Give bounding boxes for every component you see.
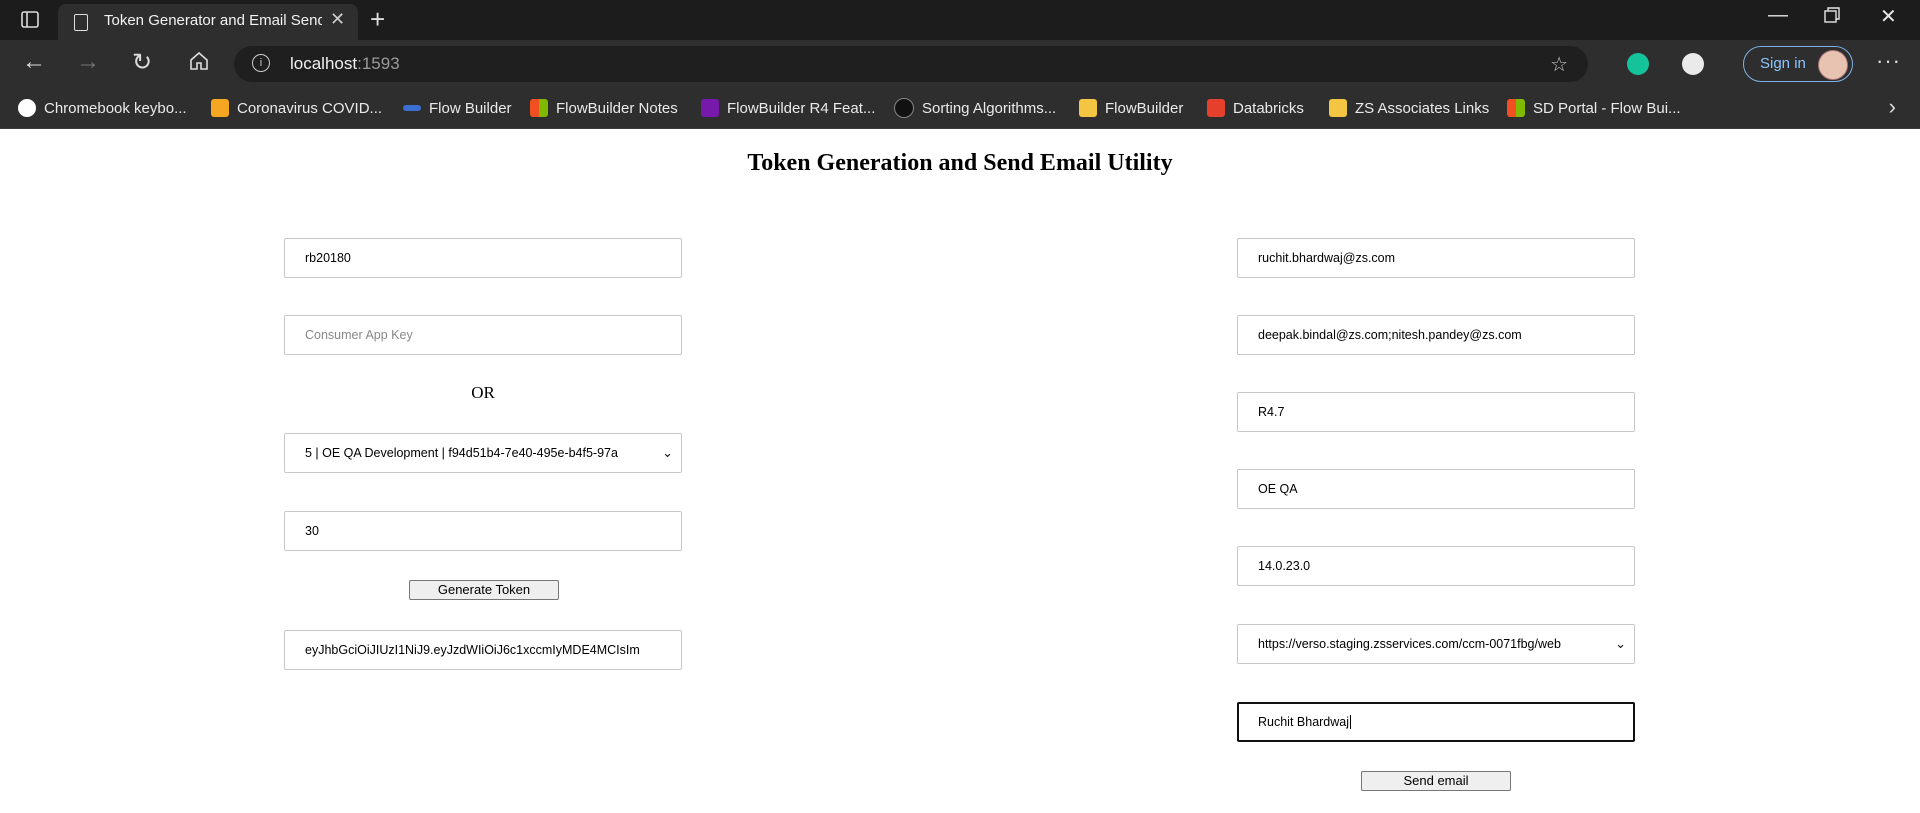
chevron-right-icon[interactable]: › <box>1889 94 1896 120</box>
databricks-icon <box>1207 99 1225 117</box>
close-tab-icon[interactable]: ✕ <box>330 9 345 30</box>
url-select-value: https://verso.staging.zsservices.com/ccm… <box>1258 637 1561 651</box>
chevron-down-icon: ⌄ <box>1615 636 1626 651</box>
consumer-app-key-input[interactable]: Consumer App Key <box>284 315 682 355</box>
home-icon[interactable] <box>188 50 210 79</box>
text-caret <box>1350 715 1352 729</box>
token-validity-input[interactable]: 30 <box>284 511 682 551</box>
google-icon <box>18 99 36 117</box>
generate-token-button[interactable]: Generate Token <box>409 580 559 600</box>
to-email-input[interactable]: ruchit.bhardwaj@zs.com <box>1237 238 1635 278</box>
or-label: OR <box>471 383 495 402</box>
folder-icon <box>1079 99 1097 117</box>
cc-email-input[interactable]: deepak.bindal@zs.com;nitesh.pandey@zs.co… <box>1237 315 1635 355</box>
bookmark-label: Sorting Algorithms... <box>922 99 1057 117</box>
user-id-input[interactable]: rb20180 <box>284 238 682 278</box>
page-title: Token Generation and Send Email Utility <box>747 150 1173 176</box>
back-icon[interactable]: ← <box>22 48 46 76</box>
flow-icon <box>403 105 421 111</box>
bookmark-label: FlowBuilder <box>1105 99 1184 117</box>
refresh-icon[interactable]: ↻ <box>132 48 152 77</box>
minimize-icon[interactable]: — <box>1768 4 1788 27</box>
bookmark-item[interactable]: FlowBuilder Notes <box>530 96 678 120</box>
extension-icon[interactable] <box>1682 53 1704 75</box>
bookmark-label: FlowBuilder Notes <box>556 99 678 117</box>
microsoft-icon <box>530 99 548 117</box>
bookmark-label: ZS Associates Links <box>1355 99 1490 117</box>
bookmark-label: Chromebook keybo... <box>44 99 187 117</box>
browser-titlebar: Token Generator and Email Send ✕ + — ✕ <box>0 0 1920 40</box>
token-output-field[interactable]: eyJhbGciOiJIUzI1NiJ9.eyJzdWIiOiJ6c1xccmI… <box>284 630 682 670</box>
avatar <box>1818 50 1848 80</box>
version-input[interactable]: 14.0.23.0 <box>1237 546 1635 586</box>
more-menu-icon[interactable]: ··· <box>1876 48 1901 74</box>
tab-title: Token Generator and Email Send <box>104 12 322 29</box>
bookmark-item[interactable]: FlowBuilder R4 Feat... <box>701 96 875 120</box>
bookmark-label: Databricks <box>1233 99 1304 117</box>
bookmarks-bar: Chromebook keybo... Coronavirus COVID...… <box>0 88 1920 129</box>
url-select[interactable]: https://verso.staging.zsservices.com/ccm… <box>1237 624 1635 664</box>
microsoft-icon <box>1507 99 1525 117</box>
bookmark-item[interactable]: Sorting Algorithms... <box>894 96 1056 120</box>
app-select-value: 5 | OE QA Development | f94d51b4-7e40-49… <box>305 446 618 460</box>
bookmark-item[interactable]: Flow Builder <box>403 96 512 120</box>
github-icon <box>894 98 914 118</box>
new-tab-icon[interactable]: + <box>370 4 385 35</box>
site-info-icon[interactable]: i <box>252 54 270 72</box>
release-input[interactable]: R4.7 <box>1237 392 1635 432</box>
tab-actions-icon[interactable] <box>14 9 44 31</box>
bookmark-item[interactable]: Databricks <box>1207 96 1304 120</box>
sender-name-input[interactable]: Ruchit Bhardwaj <box>1237 702 1635 742</box>
bookmark-label: Coronavirus COVID... <box>237 99 383 117</box>
browser-tab[interactable]: Token Generator and Email Send ✕ <box>58 4 358 40</box>
bookmark-item[interactable]: Chromebook keybo... <box>18 96 187 120</box>
forward-icon[interactable]: → <box>76 48 100 76</box>
send-email-button[interactable]: Send email <box>1361 771 1511 791</box>
url-text: localhost:1593 <box>290 54 400 73</box>
address-bar[interactable]: i localhost:1593 ☆ <box>234 46 1588 82</box>
environment-input[interactable]: OE QA <box>1237 469 1635 509</box>
browser-toolbar: ← → ↻ i localhost:1593 ☆ Sign in ··· <box>0 40 1920 88</box>
bookmark-item[interactable]: FlowBuilder <box>1079 96 1183 120</box>
sign-in-label: Sign in <box>1760 55 1806 72</box>
grammarly-icon[interactable] <box>1627 53 1649 75</box>
app-select[interactable]: 5 | OE QA Development | f94d51b4-7e40-49… <box>284 433 682 473</box>
bookmark-label: Flow Builder <box>429 99 512 117</box>
onenote-icon <box>701 99 719 117</box>
bookmark-item[interactable]: SD Portal - Flow Bui... <box>1507 96 1681 120</box>
sign-in-button[interactable]: Sign in <box>1743 46 1853 82</box>
sender-name-value: Ruchit Bhardwaj <box>1258 715 1350 729</box>
document-icon <box>74 14 88 31</box>
chevron-down-icon: ⌄ <box>662 445 673 460</box>
bookmark-item[interactable]: Coronavirus COVID... <box>211 96 382 120</box>
folder-icon <box>1329 99 1347 117</box>
restore-icon[interactable] <box>1824 6 1840 29</box>
close-window-icon[interactable]: ✕ <box>1880 4 1897 29</box>
bookmark-label: SD Portal - Flow Bui... <box>1533 99 1681 117</box>
add-favorite-icon[interactable]: ☆ <box>1550 52 1568 77</box>
bookmark-item[interactable]: ZS Associates Links <box>1329 96 1489 120</box>
bookmark-label: FlowBuilder R4 Feat... <box>727 99 876 117</box>
covid-icon <box>211 99 229 117</box>
